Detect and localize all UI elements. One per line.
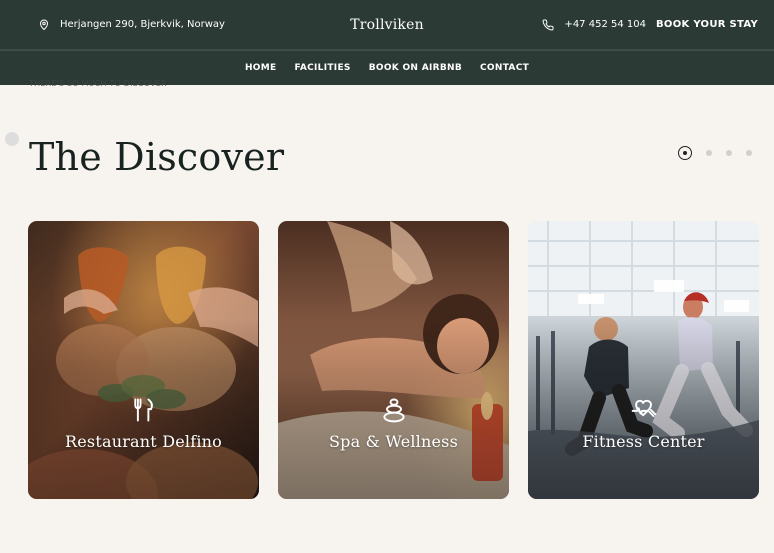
card-title: Restaurant Delfino xyxy=(65,432,222,451)
book-your-stay-button[interactable]: BOOK YOUR STAY xyxy=(656,19,758,30)
header-actions: +47 452 54 104 BOOK YOUR STAY xyxy=(542,18,758,31)
facility-cards: Restaurant Delfino Spa & Wellness Fitnes… xyxy=(28,221,759,499)
card-title: Fitness Center xyxy=(582,432,705,451)
card-content: Fitness Center xyxy=(528,396,759,451)
nav-contact[interactable]: CONTACT xyxy=(480,63,529,73)
card-overlay xyxy=(528,221,759,499)
location-pin-icon xyxy=(38,19,50,31)
spa-card[interactable]: Spa & Wellness xyxy=(278,221,509,499)
cutlery-icon xyxy=(133,398,153,422)
phone-number[interactable]: +47 452 54 104 xyxy=(564,19,646,30)
carousel-dot-1[interactable] xyxy=(678,146,692,160)
carousel-dot-3[interactable] xyxy=(726,150,732,156)
phone-icon xyxy=(542,18,554,31)
carousel-dot-4[interactable] xyxy=(746,150,752,156)
card-overlay xyxy=(278,221,509,499)
page-bottom-space xyxy=(0,499,774,553)
card-content: Restaurant Delfino xyxy=(28,396,259,451)
side-scroll-indicator xyxy=(5,132,19,146)
restaurant-card[interactable]: Restaurant Delfino xyxy=(28,221,259,499)
card-title: Spa & Wellness xyxy=(329,432,458,451)
address-block: Herjangen 290, Bjerkvik, Norway xyxy=(38,19,225,31)
brand-logo[interactable]: Trollviken xyxy=(350,17,424,33)
card-content: Spa & Wellness xyxy=(278,396,509,451)
carousel-dot-2[interactable] xyxy=(706,150,712,156)
nav-facilities[interactable]: FACILITIES xyxy=(294,63,350,73)
fitness-heart-icon xyxy=(631,399,656,418)
section-kicker: THERE'S SO MUCH TO DISCOVER xyxy=(29,79,167,88)
nav-home[interactable]: HOME xyxy=(245,63,277,73)
fitness-card[interactable]: Fitness Center xyxy=(528,221,759,499)
top-header: Herjangen 290, Bjerkvik, Norway Trollvik… xyxy=(0,0,774,50)
page: Herjangen 290, Bjerkvik, Norway Trollvik… xyxy=(0,0,774,553)
page-title: The Discover xyxy=(29,135,285,180)
card-overlay xyxy=(28,221,259,499)
address-text: Herjangen 290, Bjerkvik, Norway xyxy=(60,19,225,30)
carousel-pagination xyxy=(678,146,752,160)
spa-stones-icon xyxy=(382,398,405,423)
nav-book-on-airbnb[interactable]: BOOK ON AIRBNB xyxy=(369,63,462,73)
